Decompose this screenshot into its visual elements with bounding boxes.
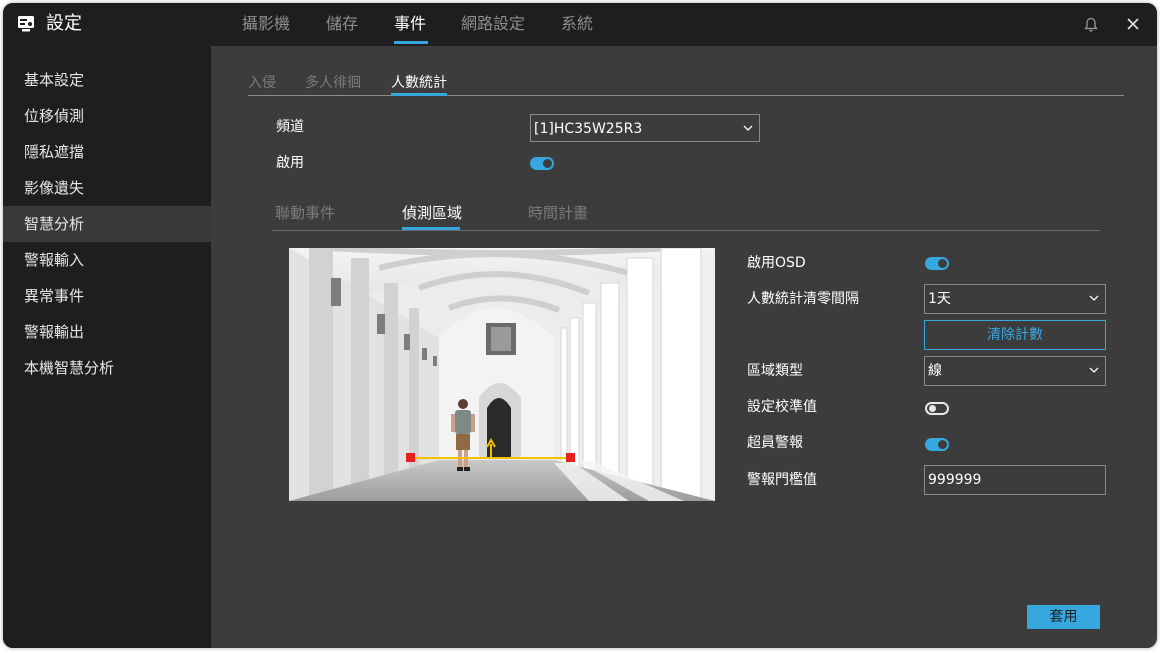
sidebar-item-label: 智慧分析 [24,215,85,233]
reset-interval-select[interactable]: 1天 [924,284,1106,314]
toggle-knob [543,159,552,168]
toggle-knob [938,440,947,449]
chevron-down-icon [1089,367,1099,373]
sidebar-item-label: 本機智慧分析 [24,359,115,377]
chevron-down-icon [743,125,753,131]
innertab-linkage[interactable]: 聯動事件 [275,202,335,224]
sidebar: 基本設定 位移偵測 隱私遮擋 影像遺失 智慧分析 警報輸入 異常事件 警報輸出 … [3,46,211,648]
calibration-label: 設定校準值 [747,399,817,415]
subtab-intrusion[interactable]: 入侵 [248,73,276,93]
apply-button[interactable]: 套用 [1027,605,1100,629]
threshold-value: 999999 [928,472,982,488]
line-endpoint-right[interactable] [566,453,575,462]
enable-toggle[interactable] [530,157,554,170]
top-bar: 設定 攝影機 儲存 事件 網路設定 系統 [3,3,1157,46]
sidebar-item-exception[interactable]: 異常事件 [3,278,211,314]
channel-label: 頻道 [276,119,304,135]
sidebar-item-alarm-input[interactable]: 警報輸入 [3,242,211,278]
channel-select[interactable]: [1]HC35W25R3 [530,114,760,142]
sidebar-item-label: 基本設定 [24,71,85,89]
osd-toggle[interactable] [925,257,949,270]
reset-interval-value: 1天 [928,291,951,307]
over-alarm-label: 超員警報 [747,435,803,451]
tab-camera[interactable]: 攝影機 [242,13,290,35]
reset-interval-label: 人數統計清零間隔 [747,291,859,307]
corridor-image [289,248,715,501]
settings-window: 設定 攝影機 儲存 事件 網路設定 系統 基本設定 位移偵測 隱私遮擋 影像遺失… [3,3,1157,648]
subtab-active-underline [391,93,447,96]
camera-preview[interactable] [289,248,715,501]
sidebar-item-privacy[interactable]: 隱私遮擋 [3,134,211,170]
tab-event-underline [394,41,428,44]
tab-storage[interactable]: 儲存 [326,13,358,35]
tab-event[interactable]: 事件 [394,13,426,35]
bell-icon[interactable] [1084,17,1098,33]
clear-count-button[interactable]: 清除計數 [924,320,1106,350]
area-type-value: 線 [928,363,942,379]
toggle-knob [938,259,947,268]
sidebar-item-smart-analysis[interactable]: 智慧分析 [3,206,211,242]
sidebar-item-basic[interactable]: 基本設定 [3,62,211,98]
innertab-detection-area[interactable]: 偵測區域 [402,202,462,224]
calibration-toggle[interactable] [925,402,949,415]
line-endpoint-left[interactable] [406,453,415,462]
innertab-divider [272,230,1100,231]
enable-label: 啟用 [276,155,304,171]
innertab-schedule[interactable]: 時間計畫 [528,202,588,224]
over-alarm-toggle[interactable] [925,438,949,451]
sidebar-item-label: 影像遺失 [24,179,85,197]
sidebar-item-alarm-output[interactable]: 警報輸出 [3,314,211,350]
subtab-loitering[interactable]: 多人徘徊 [305,73,361,93]
area-type-select[interactable]: 線 [924,356,1106,386]
sidebar-item-label: 位移偵測 [24,107,85,125]
app-title: 設定 [46,13,82,34]
area-type-label: 區域類型 [747,363,803,379]
sidebar-item-local-smart[interactable]: 本機智慧分析 [3,350,211,386]
threshold-input[interactable]: 999999 [924,465,1106,495]
sidebar-item-label: 警報輸出 [24,323,85,341]
sidebar-item-motion[interactable]: 位移偵測 [3,98,211,134]
channel-value: [1]HC35W25R3 [534,121,643,137]
osd-label: 啟用OSD [747,255,806,271]
tab-system[interactable]: 系統 [561,13,593,35]
toggle-knob [929,405,936,412]
chevron-down-icon [1089,295,1099,301]
settings-display-icon [18,16,34,32]
sidebar-item-label: 隱私遮擋 [24,143,85,161]
sidebar-item-label: 異常事件 [24,287,85,305]
sidebar-item-label: 警報輸入 [24,251,85,269]
threshold-label: 警報門檻值 [747,472,817,488]
subtab-people-counting[interactable]: 人數統計 [391,73,447,93]
innertab-active-underline [402,227,460,230]
close-icon[interactable] [1125,16,1141,32]
sidebar-item-video-loss[interactable]: 影像遺失 [3,170,211,206]
subtab-divider [248,95,1124,96]
tab-network[interactable]: 網路設定 [461,13,525,35]
